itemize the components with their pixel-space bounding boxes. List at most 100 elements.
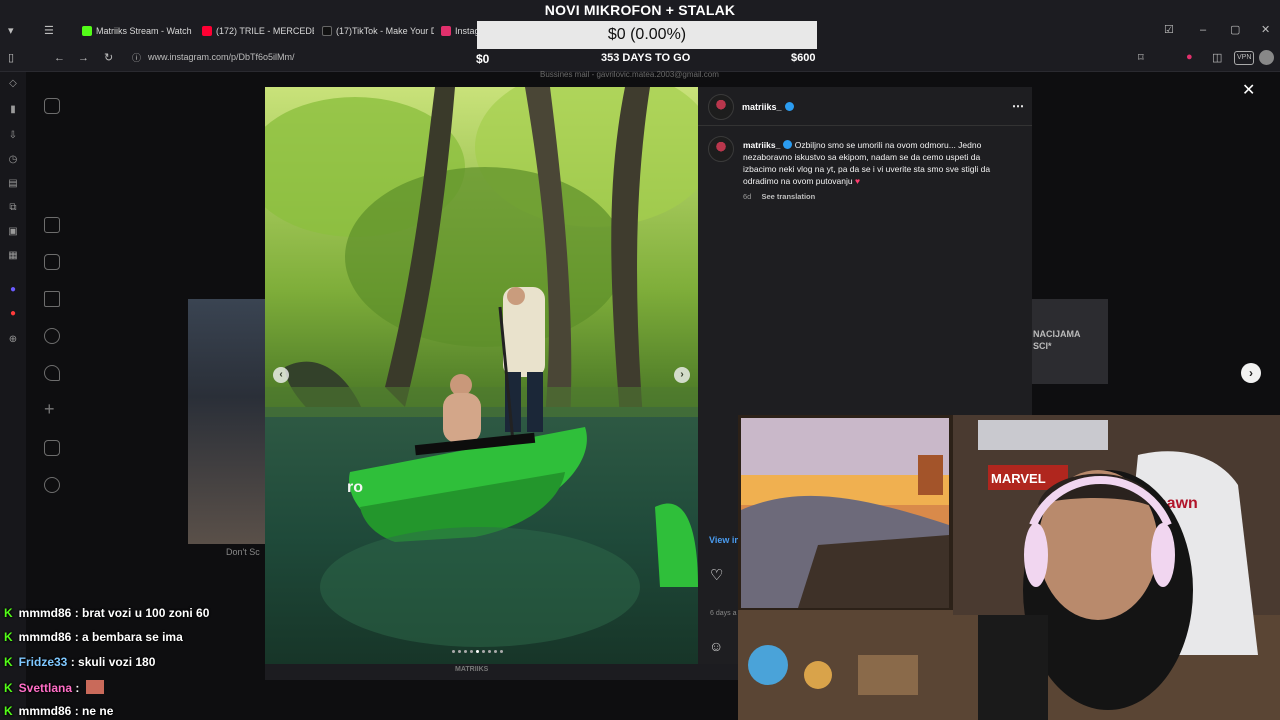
sidebar-toggle-icon[interactable]: ▯ bbox=[8, 52, 14, 64]
chat-message: Kmmmd86 : a bembara se ima bbox=[4, 630, 183, 644]
extensions-icon[interactable]: ⧉ bbox=[7, 202, 19, 214]
downloads-icon[interactable]: ☑ bbox=[1164, 24, 1174, 36]
post-photo[interactable]: ro ‹ › bbox=[265, 87, 698, 664]
reload-icon[interactable]: ↻ bbox=[104, 52, 113, 64]
notifications-heart-icon[interactable] bbox=[44, 365, 60, 381]
notes-icon[interactable]: ▦ bbox=[7, 250, 19, 262]
tab-tiktok[interactable]: (17)TikTok - Make Your Day bbox=[322, 21, 434, 41]
bookmark-icon[interactable]: ⌑ bbox=[1138, 52, 1144, 64]
post-time[interactable]: 6d bbox=[743, 192, 751, 201]
minimize-icon[interactable]: – bbox=[1200, 24, 1206, 36]
background-side-card[interactable]: NACIJAMA SCI* bbox=[1031, 299, 1108, 384]
add-panel-icon[interactable]: ⊕ bbox=[7, 334, 19, 346]
likes-days-text: 6 days a bbox=[710, 610, 737, 617]
tab-youtube[interactable]: (172) TRILE - MERCEDES BE bbox=[202, 21, 314, 41]
tab-stack-icon[interactable]: ☰ bbox=[44, 25, 54, 37]
instagram-logo-icon[interactable] bbox=[44, 98, 60, 114]
kick-badge-icon: K bbox=[4, 704, 13, 718]
tab-instagram[interactable]: Instag bbox=[441, 21, 481, 41]
emoji-icon[interactable]: ☺ bbox=[709, 638, 723, 654]
carousel-dot[interactable] bbox=[464, 650, 467, 653]
wallet-icon[interactable]: ▣ bbox=[7, 226, 19, 238]
chat-message: K Svettlana : bbox=[4, 680, 104, 695]
heart-emoji-icon: ♥ bbox=[855, 176, 861, 186]
chat-message: Kmmmd86 : brat vozi u 100 zoni 60 bbox=[4, 606, 210, 620]
webcam-scene: MARVEL spawn bbox=[738, 415, 1280, 720]
carousel-next-button[interactable]: › bbox=[674, 367, 690, 383]
verified-icon bbox=[784, 102, 794, 111]
downloads-sidebar-icon[interactable]: ⇩ bbox=[7, 130, 19, 142]
profile-avatar[interactable] bbox=[1259, 50, 1274, 65]
post-meta: 6d See translation bbox=[743, 192, 815, 201]
kick-icon bbox=[82, 26, 92, 36]
forward-icon[interactable]: → bbox=[78, 52, 89, 64]
carousel-dot[interactable] bbox=[482, 650, 485, 653]
back-icon[interactable]: ← bbox=[54, 52, 65, 64]
author-avatar[interactable] bbox=[708, 94, 734, 120]
tiktok-icon bbox=[322, 26, 332, 36]
restore-icon[interactable]: ▢ bbox=[1230, 24, 1240, 36]
url-field[interactable]: www.instagram.com/p/DbTf6o5ilMm/ bbox=[148, 52, 295, 62]
messenger-icon[interactable]: ● bbox=[7, 284, 19, 296]
post-caption: matriiks_ Ozbiljno smo se umorili na ovo… bbox=[743, 139, 1013, 187]
extension-icon[interactable]: ● bbox=[1186, 51, 1193, 63]
background-video-thumbnail[interactable] bbox=[188, 299, 268, 544]
close-post-icon[interactable]: ✕ bbox=[1242, 80, 1255, 100]
view-insights-link[interactable]: View in bbox=[709, 535, 740, 545]
messages-icon[interactable] bbox=[44, 291, 60, 307]
post-author[interactable]: matriiks_ bbox=[742, 102, 794, 112]
kick-badge-icon: K bbox=[4, 606, 13, 620]
background-card-text: Don't Sc bbox=[226, 547, 260, 557]
threads-icon[interactable] bbox=[44, 477, 60, 493]
kick-badge-icon: K bbox=[4, 681, 13, 695]
stream-bottom-strip: MATRIIKS bbox=[265, 664, 738, 680]
kick-badge-icon: K bbox=[4, 630, 13, 644]
snapshot-icon[interactable]: ◫ bbox=[1212, 52, 1222, 64]
speed-dial-icon[interactable]: ◇ bbox=[7, 78, 19, 90]
webcam-feed: MARVEL spawn bbox=[738, 415, 1280, 720]
vpn-icon[interactable]: VPN bbox=[1234, 51, 1255, 65]
site-info-icon[interactable]: ⓘ bbox=[132, 52, 141, 64]
reels-icon[interactable] bbox=[44, 254, 60, 270]
history-icon[interactable]: ◷ bbox=[7, 154, 19, 166]
caption-avatar[interactable] bbox=[708, 136, 734, 162]
carousel-dot[interactable] bbox=[458, 650, 461, 653]
carousel-dot[interactable] bbox=[488, 650, 491, 653]
watermark-text: MATRIIKS bbox=[455, 666, 489, 673]
browser-sidebar: ◇ ▮ ⇩ ◷ ▤ ⧉ ▣ ▦ ● ● ⊕ bbox=[0, 72, 26, 720]
goal-days-left: 353 DAYS TO GO bbox=[601, 52, 691, 64]
see-translation-link[interactable]: See translation bbox=[761, 192, 815, 201]
caption-username[interactable]: matriiks_ bbox=[743, 140, 780, 150]
browser-menu-icon[interactable]: ▾ bbox=[8, 25, 14, 37]
kayak-lake-photo: ro bbox=[265, 87, 698, 664]
screen: ▾ ☰ Matriiks Stream - Watch Li (172) TRI… bbox=[0, 0, 1280, 720]
carousel-prev-button[interactable]: ‹ bbox=[273, 367, 289, 383]
stream-title: NOVI MIKROFON + STALAK bbox=[544, 2, 736, 18]
vivaldi-icon[interactable]: ● bbox=[7, 308, 19, 320]
donation-goal-progress: $0 (0.00%) bbox=[477, 21, 817, 49]
carousel-dot[interactable] bbox=[494, 650, 497, 653]
next-post-button[interactable]: › bbox=[1241, 363, 1261, 383]
close-window-icon[interactable]: ✕ bbox=[1261, 24, 1270, 36]
bookmarks-icon[interactable]: ▮ bbox=[7, 104, 19, 116]
kick-badge-icon: K bbox=[4, 655, 13, 669]
instagram-icon bbox=[441, 26, 451, 36]
like-heart-icon[interactable]: ♡ bbox=[710, 566, 723, 584]
verified-icon bbox=[783, 140, 793, 149]
carousel-dots bbox=[452, 650, 503, 653]
tab-kick-stream[interactable]: Matriiks Stream - Watch Li bbox=[82, 21, 194, 41]
svg-text:ro: ro bbox=[347, 479, 363, 496]
tabs-icon[interactable]: ▤ bbox=[7, 178, 19, 190]
home-icon[interactable] bbox=[44, 217, 60, 233]
bussines-mail-text: Bussines mail - gavrilovic.matea.2003@gm… bbox=[540, 70, 719, 79]
carousel-dot[interactable] bbox=[470, 650, 473, 653]
carousel-dot[interactable] bbox=[500, 650, 503, 653]
create-icon[interactable]: + bbox=[44, 400, 60, 418]
more-dots-icon[interactable]: ⋯ bbox=[1012, 99, 1024, 113]
dashboard-icon[interactable] bbox=[44, 440, 60, 456]
carousel-dot[interactable] bbox=[452, 650, 455, 653]
carousel-dot-active[interactable] bbox=[476, 650, 479, 653]
emote-icon bbox=[85, 680, 104, 694]
search-icon[interactable] bbox=[44, 328, 60, 344]
goal-current: $0 bbox=[476, 52, 490, 66]
